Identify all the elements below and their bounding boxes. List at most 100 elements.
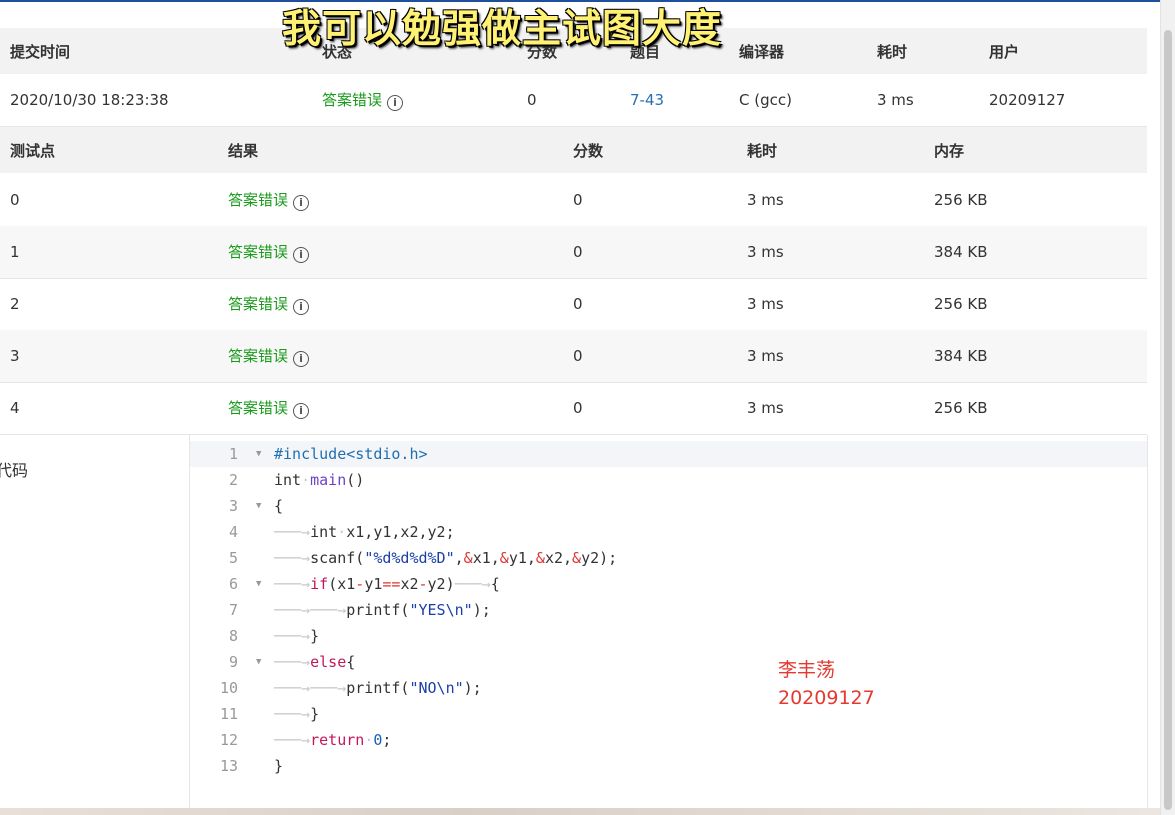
line-number: 2 <box>228 471 238 489</box>
scrollbar-thumb[interactable] <box>1164 30 1172 810</box>
code-text: #include<stdio.h> <box>274 445 428 463</box>
line-number: 7 <box>228 601 238 619</box>
header-compiler: 编译器 <box>739 42 785 61</box>
testcase-score: 0 <box>573 243 583 261</box>
code-line: 8 ───→} <box>190 623 1147 649</box>
fold-arrow-icon[interactable]: ▼ <box>256 571 261 597</box>
line-number: 13 <box>219 757 238 775</box>
table-row: 4 答案错误 i 0 3 ms 256 KB <box>0 382 1147 435</box>
testcase-memory: 256 KB <box>934 295 988 313</box>
code-line: 4 ───→int·x1,y1,x2,y2; <box>190 519 1147 545</box>
testcase-memory: 256 KB <box>934 191 988 209</box>
problem-link[interactable]: 7-43 <box>630 91 664 109</box>
code-line: 10 ───→───→printf("NO\n"); <box>190 675 1147 701</box>
code-line: 6 ▼ ───→if(x1-y1==x2-y2)───→{ <box>190 571 1147 597</box>
line-number: 9 <box>228 653 238 671</box>
info-icon[interactable]: i <box>387 95 404 111</box>
vertical-scrollbar[interactable] <box>1160 0 1175 815</box>
table-row: 0 答案错误 i 0 3 ms 256 KB <box>0 174 1147 227</box>
testcase-header-row: 测试点 结果 分数 耗时 内存 <box>0 127 1147 173</box>
compiler: C (gcc) <box>739 91 792 109</box>
line-number: 5 <box>228 549 238 567</box>
table-row: 2 答案错误 i 0 3 ms 256 KB <box>0 278 1147 331</box>
testcase-time: 3 ms <box>747 191 784 209</box>
result-text[interactable]: 答案错误 <box>228 399 288 417</box>
testcase-time: 3 ms <box>747 399 784 417</box>
testcase-id: 3 <box>10 347 20 365</box>
result-text[interactable]: 答案错误 <box>228 295 288 313</box>
code-text: ───→} <box>274 627 320 645</box>
result-text[interactable]: 答案错误 <box>228 243 288 261</box>
line-number: 3 <box>228 497 238 515</box>
fold-arrow-icon[interactable]: ▼ <box>256 493 261 519</box>
testcase-id: 0 <box>10 191 20 209</box>
line-number: 12 <box>219 731 238 749</box>
result-cell[interactable]: 答案错误 i <box>228 189 310 211</box>
score: 0 <box>527 91 537 109</box>
info-icon[interactable]: i <box>293 351 310 367</box>
header-submit-time: 提交时间 <box>10 42 71 61</box>
header-memory: 内存 <box>934 141 965 160</box>
annotation-id: 20209127 <box>778 687 875 709</box>
testcase-time: 3 ms <box>747 347 784 365</box>
overlay-caption: 我可以勉强做主试图大度 <box>282 7 723 52</box>
submit-time: 2020/10/30 18:23:38 <box>10 91 169 109</box>
user: 20209127 <box>989 91 1066 109</box>
code-text: ───→return·0; <box>274 731 392 749</box>
header-elapsed: 耗时 <box>877 42 908 61</box>
result-cell[interactable]: 答案错误 i <box>228 241 310 263</box>
fold-arrow-icon[interactable]: ▼ <box>256 441 261 467</box>
code-viewer[interactable]: 1 ▼ #include<stdio.h> 2 int·main() 3 ▼ { 4 ───… <box>189 435 1148 811</box>
line-number: 10 <box>219 679 238 697</box>
testcase-score: 0 <box>573 347 583 365</box>
testcase-time: 3 ms <box>747 295 784 313</box>
code-line: 7 ───→───→printf("YES\n"); <box>190 597 1147 623</box>
result-text[interactable]: 答案错误 <box>228 347 288 365</box>
result-cell[interactable]: 答案错误 i <box>228 345 310 367</box>
code-line: 11 ───→} <box>190 701 1147 727</box>
code-section: 代码 1 ▼ #include<stdio.h> 2 int·main() 3 ▼ { 4… <box>0 434 1148 811</box>
code-label: 代码 <box>0 461 29 480</box>
testcase-score: 0 <box>573 399 583 417</box>
elapsed: 3 ms <box>877 91 914 109</box>
submission-row: 2020/10/30 18:23:38 答案错误 i 0 7-43 C (gcc)… <box>0 74 1147 127</box>
code-text: } <box>274 757 284 775</box>
code-text: ───→else{ <box>274 653 356 671</box>
result-text[interactable]: 答案错误 <box>228 191 288 209</box>
header-tc-score: 分数 <box>573 141 604 160</box>
header-testcase: 测试点 <box>10 141 56 160</box>
testcase-id: 2 <box>10 295 20 313</box>
status-cell[interactable]: 答案错误 i <box>322 89 404 111</box>
info-icon[interactable]: i <box>293 299 310 315</box>
testcase-score: 0 <box>573 295 583 313</box>
code-line: 12 ───→return·0; <box>190 727 1147 753</box>
line-number: 11 <box>219 705 238 723</box>
code-text: ───→scanf("%d%d%d%D",&x1,&y1,&x2,&y2); <box>274 549 618 567</box>
testcase-memory: 384 KB <box>934 243 988 261</box>
code-line: 3 ▼ { <box>190 493 1147 519</box>
testcase-id: 4 <box>10 399 20 417</box>
table-row: 3 答案错误 i 0 3 ms 384 KB <box>0 330 1147 383</box>
code-text: { <box>274 497 284 515</box>
code-line: 13} <box>190 753 1147 779</box>
testcase-time: 3 ms <box>747 243 784 261</box>
line-number: 1 <box>228 445 238 463</box>
line-number: 8 <box>228 627 238 645</box>
line-number: 4 <box>228 523 238 541</box>
info-icon[interactable]: i <box>293 403 310 419</box>
code-line: 2 int·main() <box>190 467 1147 493</box>
handwritten-annotation: 李丰荡 20209127 <box>778 656 875 712</box>
code-line: 9 ▼ ───→else{ <box>190 649 1147 675</box>
result-cell[interactable]: 答案错误 i <box>228 293 310 315</box>
status-text[interactable]: 答案错误 <box>322 91 382 109</box>
testcase-score: 0 <box>573 191 583 209</box>
testcase-id: 1 <box>10 243 20 261</box>
code-line: 5 ───→scanf("%d%d%d%D",&x1,&y1,&x2,&y2); <box>190 545 1147 571</box>
table-row: 1 答案错误 i 0 3 ms 384 KB <box>0 226 1147 279</box>
info-icon[interactable]: i <box>293 247 310 263</box>
fold-arrow-icon[interactable]: ▼ <box>256 649 261 675</box>
bottom-strip <box>0 808 1160 815</box>
info-icon[interactable]: i <box>293 195 310 211</box>
result-cell[interactable]: 答案错误 i <box>228 397 310 419</box>
testcase-memory: 256 KB <box>934 399 988 417</box>
